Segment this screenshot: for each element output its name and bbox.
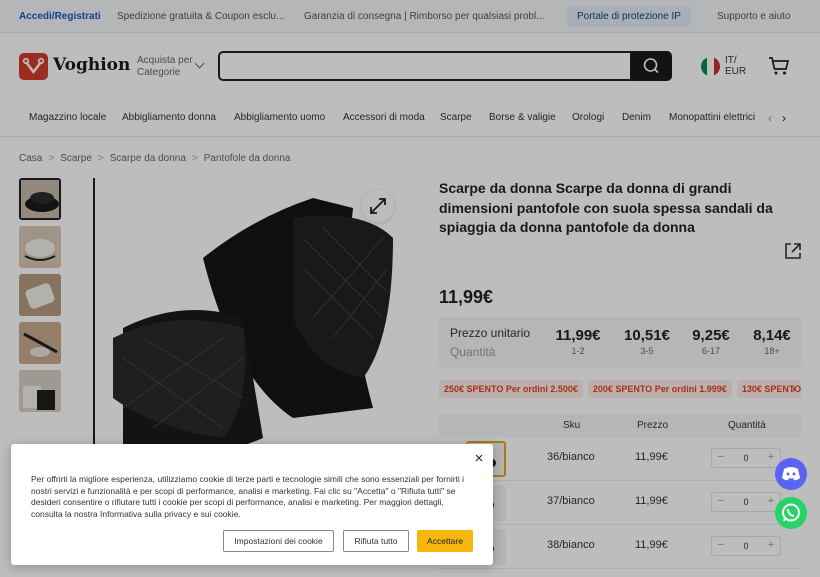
cart-icon[interactable] [768, 56, 790, 79]
sku-value: 37/bianco [547, 495, 595, 507]
cookie-text: Per offrirti la migliore esperienza, uti… [31, 474, 465, 520]
share-icon[interactable] [783, 241, 803, 264]
coupon-next-icon[interactable]: › [792, 384, 795, 395]
sku-header: Sku [563, 420, 581, 431]
close-icon[interactable]: × [472, 451, 486, 466]
tier-column: 10,51€ 3-5 [617, 327, 677, 356]
plus-icon[interactable]: + [764, 539, 778, 551]
discord-button[interactable] [775, 458, 807, 490]
top-bar: Accedi/Registrati Spedizione gratuita & … [0, 0, 820, 33]
breadcrumb-pantofole[interactable]: Pantofole da donna [204, 153, 291, 164]
nav-item-monopattini[interactable]: Monopattini elettrici [669, 112, 755, 123]
tier-price: 11,99€ [555, 327, 601, 344]
breadcrumb-sep-icon: > [97, 153, 104, 164]
product-thumbnail[interactable] [19, 370, 61, 412]
search-icon [643, 58, 659, 74]
chevron-down-icon[interactable] [194, 58, 205, 69]
search-button[interactable] [631, 51, 672, 81]
sku-table-header: Sku Prezzo Quantità [439, 415, 801, 437]
tier-price-label: Prezzo unitario [450, 326, 531, 340]
tier-column: 11,99€ 1-2 [548, 327, 608, 356]
breadcrumb-sep-icon: > [48, 153, 55, 164]
product-thumbnail[interactable] [19, 322, 61, 364]
whatsapp-icon [782, 503, 800, 522]
tier-qty: 1-2 [571, 346, 585, 356]
tier-qty: 3-5 [640, 346, 654, 356]
quantity-stepper[interactable]: −0 + [711, 448, 781, 468]
nav-item-accessori[interactable]: Accessori di moda [343, 112, 425, 123]
breadcrumb-home[interactable]: Casa [19, 153, 42, 164]
tier-qty: 18+ [764, 346, 780, 356]
italy-flag-icon[interactable] [701, 57, 720, 76]
sku-row: 38/bianco 11,99€ −0 + [439, 525, 801, 569]
tier-column: 8,14€ 18+ [742, 327, 802, 356]
categories-menu[interactable]: Acquista per Categorie [137, 55, 193, 79]
product-thumbnail[interactable] [19, 178, 61, 220]
categories-line1: Acquista per [137, 55, 193, 66]
coupon-strip: 250€ SPENTO Per ordini 2.500€ 200€ SPENTO… [439, 380, 801, 400]
nav-item-magazzino[interactable]: Magazzino locale [29, 112, 106, 123]
tier-price: 10,51€ [624, 327, 670, 344]
sku-price: 11,99€ [635, 539, 668, 551]
nav-item-abbigliamento-donna[interactable]: Abbigliamento donna [122, 112, 216, 123]
nav-item-denim[interactable]: Denim [622, 112, 651, 123]
support-link[interactable]: Supporto e aiuto [717, 11, 790, 22]
sku-price: 11,99€ [635, 495, 668, 507]
whatsapp-button[interactable] [775, 497, 807, 529]
category-nav: Magazzino locale Abbigliamento donna Abb… [0, 99, 820, 137]
tier-qty-label: Quantità [450, 345, 496, 359]
tier-qty: 6-17 [701, 346, 720, 356]
categories-line2: Categorie [137, 67, 181, 78]
nav-item-borse[interactable]: Borse & valigie [489, 112, 556, 123]
sku-row: 36/bianco 11,99€ −0 + [439, 437, 801, 481]
breadcrumb: Casa > Scarpe > Scarpe da donna > Pantofole da… [19, 153, 297, 164]
tier-price: 9,25€ [692, 327, 730, 344]
sku-row: 37/bianco 11,99€ −0 + [439, 481, 801, 525]
nav-prev-icon[interactable]: ‹ [768, 111, 772, 125]
ip-portal-button[interactable]: Portale di protezione IP [567, 6, 691, 27]
sku-value: 36/bianco [547, 451, 595, 463]
quantity-stepper[interactable]: −0 + [711, 492, 781, 512]
product-price: 11,99€ [439, 287, 494, 307]
nav-item-orologi[interactable]: Orologi [572, 112, 604, 123]
product-thumbnail[interactable] [19, 274, 61, 316]
reject-all-button[interactable]: Rifiuta tutto [343, 530, 409, 552]
sku-price: 11,99€ [635, 451, 668, 463]
login-link[interactable]: Accedi/Registrati [19, 11, 101, 22]
nav-item-abbigliamento-uomo[interactable]: Abbigliamento uomo [234, 112, 325, 123]
sku-value: 38/bianco [547, 539, 595, 551]
accept-button[interactable]: Accettare [417, 530, 473, 552]
breadcrumb-scarpe-donna[interactable]: Scarpe da donna [110, 153, 186, 164]
shipping-link[interactable]: Spedizione gratuita & Coupon esclu... [117, 11, 284, 22]
tier-price: 8,14€ [753, 327, 791, 344]
nav-item-scarpe[interactable]: Scarpe [440, 112, 472, 123]
currency-label: EUR [725, 66, 747, 77]
coupon-badge[interactable]: 250€ SPENTO Per ordini 2.500€ [439, 380, 583, 398]
discord-icon [782, 467, 800, 481]
logo-icon[interactable] [19, 53, 48, 80]
guarantee-link[interactable]: Garanzia di consegna | Rimborso per qual… [304, 11, 545, 22]
expand-icon [370, 198, 386, 214]
qty-header: Quantità [728, 420, 766, 431]
price-header: Prezzo [637, 420, 669, 431]
language-label: IT/ [725, 55, 737, 66]
nav-next-icon[interactable]: › [782, 111, 786, 125]
breadcrumb-scarpe[interactable]: Scarpe [60, 153, 92, 164]
tier-column: 9,25€ 6-17 [681, 327, 741, 356]
search-input[interactable] [218, 51, 632, 81]
tier-price-table: Prezzo unitario Quantità 11,99€ 1-2 10,51… [439, 317, 801, 368]
expand-image-button[interactable] [362, 190, 394, 222]
cookie-banner: × Per offrirti la migliore esperienza, u… [11, 444, 493, 565]
product-title: Scarpe da donna Scarpe da donna di grand… [439, 180, 773, 235]
product-thumbnail[interactable] [19, 226, 61, 268]
quantity-stepper[interactable]: −0 + [711, 536, 781, 556]
coupon-badge[interactable]: 200€ SPENTO Per ordini 1.999€ [587, 380, 732, 398]
language-currency-selector[interactable]: IT/ EUR [725, 55, 746, 77]
breadcrumb-sep-icon: > [191, 153, 198, 164]
logo-text[interactable]: Voghion [53, 55, 130, 75]
cookie-settings-button[interactable]: Impostazioni dei cookie [223, 530, 334, 552]
